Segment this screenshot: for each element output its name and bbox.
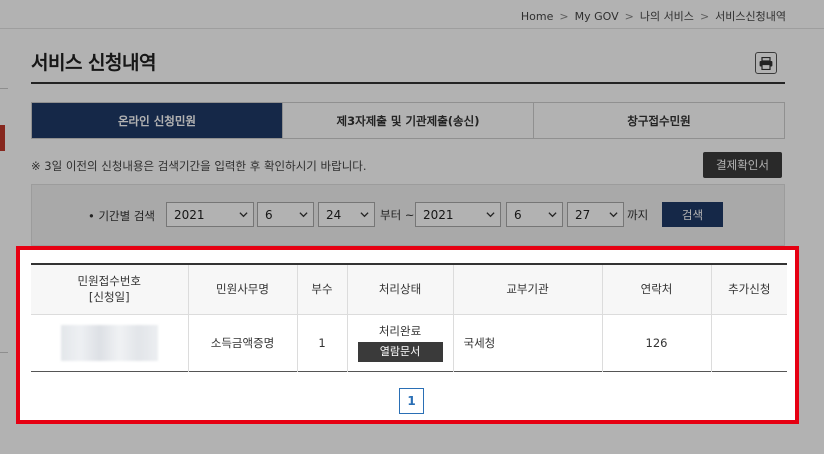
header-receipt-no: 민원접수번호 [신청일] xyxy=(31,264,188,315)
header-service-name: 민원사무명 xyxy=(187,264,297,315)
from-month-select[interactable]: 6 xyxy=(257,202,314,227)
breadcrumb-current: 서비스신청내역 xyxy=(715,10,786,23)
cell-contact: 126 xyxy=(601,314,711,371)
chevron-down-icon xyxy=(239,212,248,218)
from-day-select[interactable]: 24 xyxy=(318,202,375,227)
print-button[interactable] xyxy=(755,52,777,74)
search-between-text: 부터 ~ xyxy=(380,208,415,222)
payment-receipt-button[interactable]: 결제확인서 xyxy=(703,152,782,178)
tab-bar: 온라인 신청민원 제3자제출 및 기관제출(송신) 창구접수민원 xyxy=(31,102,785,139)
printer-icon xyxy=(759,56,773,70)
to-day-value: 27 xyxy=(575,207,591,222)
view-document-button[interactable]: 열람문서 xyxy=(357,342,443,362)
tab-online-application[interactable]: 온라인 신청민원 xyxy=(32,103,282,138)
breadcrumb-separator: > xyxy=(624,10,634,23)
from-year-value: 2021 xyxy=(174,207,205,222)
table-row: 소득금액증명 1 처리완료 열람문서 국세청 126 xyxy=(31,314,787,371)
header-receipt-date-label: [신청일] xyxy=(88,290,130,305)
to-month-select[interactable]: 6 xyxy=(506,202,563,227)
search-until-text: 까지 xyxy=(627,208,649,222)
breadcrumb-home[interactable]: Home xyxy=(521,10,553,23)
cell-agency: 국세청 xyxy=(452,314,602,371)
from-month-value: 6 xyxy=(265,207,273,222)
chevron-down-icon xyxy=(486,212,495,218)
chevron-down-icon xyxy=(299,212,308,218)
page-title: 서비스 신청내역 xyxy=(31,52,156,74)
left-menu-marker xyxy=(0,125,5,151)
header-copies: 부수 xyxy=(296,264,347,315)
cell-extra-request xyxy=(710,314,787,371)
from-day-value: 24 xyxy=(326,207,342,222)
header-extra-request: 추가신청 xyxy=(710,264,787,315)
breadcrumb-my-service[interactable]: 나의 서비스 xyxy=(640,10,694,23)
cell-service-name: 소득금액증명 xyxy=(187,314,297,371)
to-day-select[interactable]: 27 xyxy=(567,202,624,227)
breadcrumb-separator: > xyxy=(559,10,569,23)
table-header-row: 민원접수번호 [신청일] 민원사무명 부수 처리상태 교부기관 연락처 추가신청 xyxy=(31,264,787,315)
to-year-select[interactable]: 2021 xyxy=(415,202,501,227)
chevron-down-icon xyxy=(548,212,557,218)
header-status: 처리상태 xyxy=(346,264,453,315)
cell-receipt-no xyxy=(31,314,188,371)
search-button[interactable]: 검색 xyxy=(662,202,723,227)
chevron-down-icon xyxy=(609,212,618,218)
results-table: 민원접수번호 [신청일] 민원사무명 부수 처리상태 교부기관 연락처 추가신청… xyxy=(31,263,787,372)
to-year-value: 2021 xyxy=(423,207,454,222)
header-contact: 연락처 xyxy=(601,264,711,315)
title-rule xyxy=(31,82,785,84)
header-receipt-no-label: 민원접수번호 xyxy=(77,274,141,289)
pagination-page-1[interactable]: 1 xyxy=(399,388,424,414)
left-divider xyxy=(0,88,8,89)
left-divider xyxy=(0,352,8,353)
redacted-receipt-number xyxy=(60,324,158,361)
breadcrumb-mygov[interactable]: My GOV xyxy=(575,10,619,23)
notice-text: ※ 3일 이전의 신청내용은 검색기간을 입력한 후 확인하시기 바랍니다. xyxy=(31,159,367,173)
chevron-down-icon xyxy=(360,212,369,218)
to-month-value: 6 xyxy=(514,207,522,222)
status-text: 처리완료 xyxy=(378,324,422,338)
top-divider xyxy=(0,28,824,29)
breadcrumb: Home > My GOV > 나의 서비스 > 서비스신청내역 xyxy=(521,8,786,24)
cell-copies: 1 xyxy=(296,314,347,371)
search-period-label: • 기간별 검색 xyxy=(88,209,155,223)
tab-counter-application[interactable]: 창구접수민원 xyxy=(533,103,784,138)
breadcrumb-separator: > xyxy=(699,10,710,23)
cell-status: 처리완료 열람문서 xyxy=(346,314,453,371)
header-agency: 교부기관 xyxy=(452,264,602,315)
from-year-select[interactable]: 2021 xyxy=(166,202,254,227)
tab-third-party-submission[interactable]: 제3자제출 및 기관제출(송신) xyxy=(282,103,533,138)
highlighted-results-panel: 민원접수번호 [신청일] 민원사무명 부수 처리상태 교부기관 연락처 추가신청… xyxy=(16,246,799,424)
